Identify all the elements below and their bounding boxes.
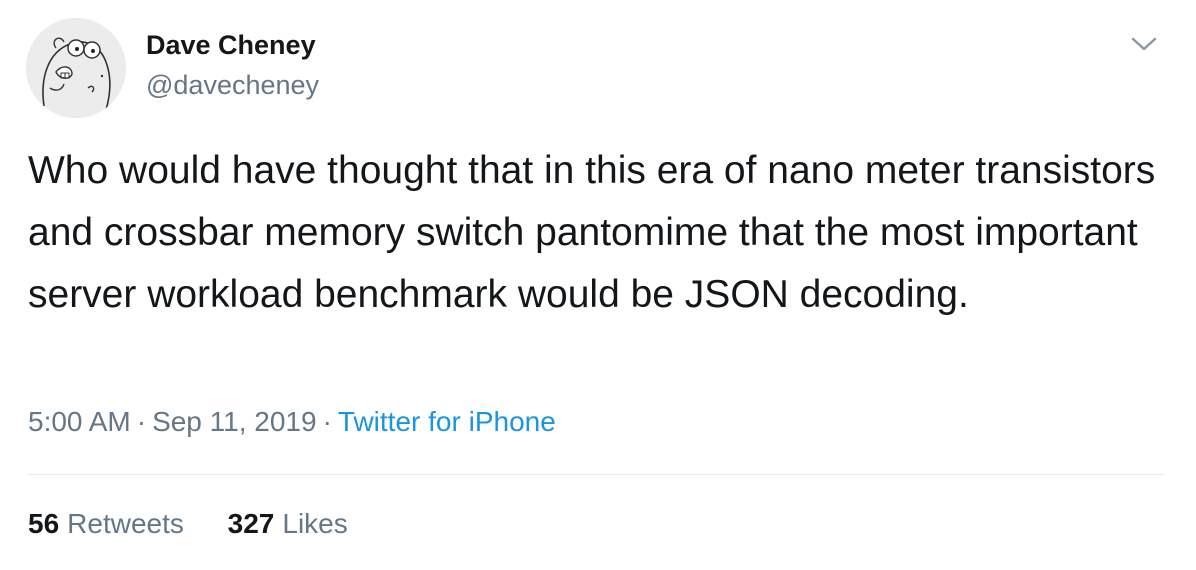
- tweet-source-link[interactable]: Twitter for iPhone: [338, 406, 556, 437]
- meta-separator: ·: [322, 406, 332, 437]
- author-name[interactable]: Dave Cheney: [146, 30, 316, 61]
- author-handle[interactable]: @davecheney: [146, 70, 319, 101]
- likes-stat[interactable]: 327 Likes: [228, 508, 348, 540]
- likes-count: 327: [227, 508, 275, 539]
- meta-separator: ·: [136, 406, 147, 437]
- chevron-down-icon[interactable]: [1130, 34, 1158, 54]
- retweets-stat[interactable]: 56 Retweets: [28, 508, 184, 540]
- avatar[interactable]: [26, 18, 126, 118]
- likes-label: Likes: [282, 508, 348, 539]
- tweet-meta: 5:00 AM · Sep 11, 2019 · Twitter for iPhone: [28, 406, 556, 438]
- tweet-time[interactable]: 5:00 AM: [28, 406, 131, 437]
- tweet-text: Who would have thought that in this era …: [28, 149, 1156, 316]
- retweets-label: Retweets: [67, 508, 184, 539]
- retweets-count: 56: [28, 508, 60, 539]
- tweet-stats: 56 Retweets 327 Likes: [28, 508, 384, 540]
- divider: [28, 474, 1164, 475]
- tweet-date[interactable]: Sep 11, 2019: [152, 406, 317, 437]
- gopher-sketch-avatar-icon: [26, 18, 126, 118]
